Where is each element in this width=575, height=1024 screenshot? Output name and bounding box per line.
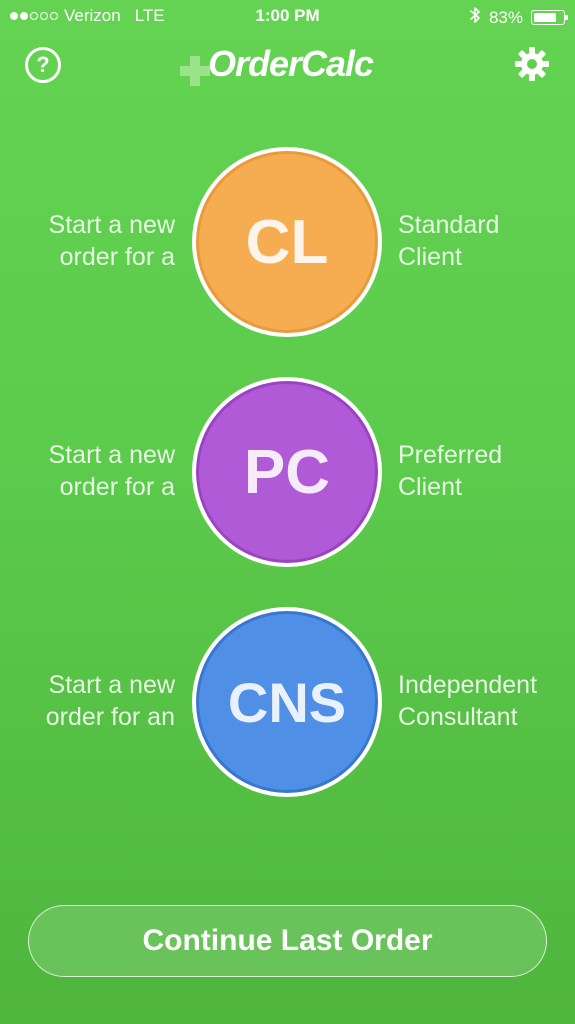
order-prefix-text: Start a new order for an [46,669,175,733]
order-type-label: PC [243,437,331,507]
preferred-client-order-button[interactable]: PC [192,377,382,567]
standard-client-order-button[interactable]: CL [192,147,382,337]
suffix-line: Independent [398,671,538,699]
suffix-line: Consultant [398,703,518,731]
prefix-line: Start a new [48,441,175,469]
prefix-line: order for a [59,473,175,501]
order-type-label: CL [245,207,329,277]
continue-last-order-button[interactable]: Continue Last Order [28,905,547,977]
continue-button-label: Continue Last Order [142,924,433,957]
order-row-cns: Start a new order for an CNS Independent… [0,607,575,797]
order-suffix-text: Standard Client [398,209,499,273]
settings-button[interactable] [514,46,550,82]
independent-consultant-order-button[interactable]: CNS [192,607,382,797]
plus-icon [180,56,210,86]
order-prefix-text: Start a new order for a [49,439,175,503]
gear-icon [515,47,549,81]
prefix-line: Start a new [48,671,175,699]
app-logo: OrderCalc [180,42,374,86]
order-row-cl: Start a new order for a CL Standard Clie… [0,147,575,337]
suffix-line: Client [398,473,462,501]
suffix-line: Client [398,243,462,271]
battery-icon [531,10,568,25]
prefix-line: order for an [45,703,175,731]
order-suffix-text: Preferred Client [398,439,502,503]
battery-level-fill [534,13,556,22]
question-mark-icon: ? [36,52,50,77]
order-row-pc: Start a new order for a PC Preferred Cli… [0,377,575,567]
bluetooth-icon [469,6,481,29]
logo-text: OrderCalc [208,43,374,84]
help-button[interactable]: ? [25,47,61,83]
suffix-line: Standard [398,211,500,239]
suffix-line: Preferred [398,441,503,469]
status-right: 83% [469,6,568,29]
order-prefix-text: Start a new order for a [49,209,175,273]
status-bar: Verizon LTE 1:00 PM 83% [0,0,575,34]
order-suffix-text: Independent Consultant [398,669,537,733]
prefix-line: order for a [59,243,175,271]
prefix-line: Start a new [48,211,175,239]
order-type-label: CNS [227,670,347,734]
battery-percent: 83% [488,7,523,27]
